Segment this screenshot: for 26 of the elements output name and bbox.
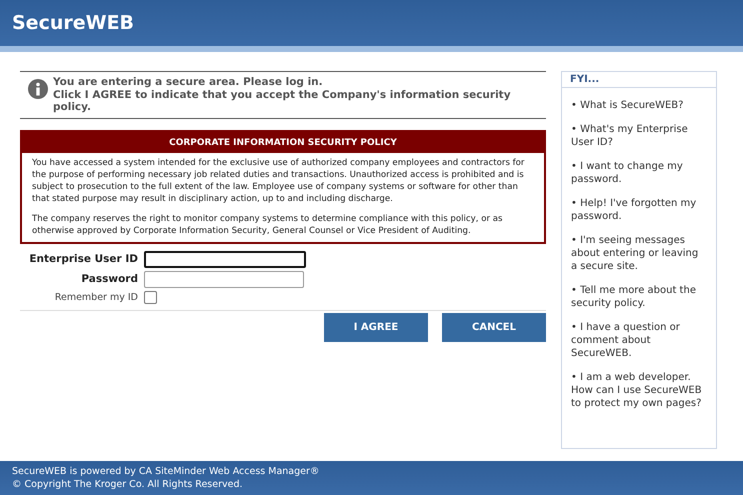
help-link[interactable]: • I have a question or comment about SecureWEB. (562, 321, 716, 360)
footer-text: SecureWEB is powered by CA SiteMinder Web Access Manager® (12, 465, 320, 478)
policy-title: CORPORATE INFORMATION SECURITY POLICY (22, 132, 544, 152)
fyi-title: FYI... (562, 72, 716, 88)
notice-text: You are entering a secure area. Please log in. (53, 76, 324, 88)
help-link[interactable]: • I want to change my password. (562, 160, 716, 186)
checkbox[interactable] (144, 290, 157, 304)
policy-paragraph: The company reserves the right to monitor company systems to determine compliance with this policy, or as otherwise approved by Corporate Information Security, General Counsel or Vice President of Auditing. (32, 212, 504, 236)
action-button[interactable]: CANCEL (442, 312, 546, 342)
help-link[interactable]: • What's my Enterprise User ID? (562, 123, 716, 149)
checkbox-label: Remember my ID (54, 292, 138, 302)
site-title: SecureWEB (12, 12, 134, 34)
help-link[interactable]: • I'm seeing messages about entering or leaving a secure site. (562, 234, 716, 273)
help-link[interactable]: • Help! I've forgotten my password. (562, 197, 716, 223)
notice-text: Click I AGREE to indicate that you accept the Company's information security policy. (53, 88, 512, 114)
help-link[interactable]: • Tell me more about the security policy. (562, 284, 716, 310)
field-label: Enterprise User ID (28, 253, 138, 265)
input-field[interactable] (144, 270, 304, 288)
input-field[interactable] (144, 250, 306, 268)
field-label: Password (80, 273, 138, 285)
help-link[interactable]: • I am a web developer. How can I use SecureWEB to protect my own pages? (562, 371, 716, 410)
info-icon (28, 79, 48, 99)
footer-text: © Copyright The Kroger Co. All Rights Reserved. (12, 478, 244, 491)
help-link[interactable]: • What is SecureWEB? (562, 99, 716, 112)
action-button[interactable]: I AGREE (324, 312, 428, 342)
policy-paragraph: You have accessed a system intended for the exclusive use of authorized company employees and contractors for the purpose of performing necessary job related duties and transactions. Unauthorized access is prohibited and is subject to prosecution to the full extent of the law. Employee use of company systems or software for other than that stated purpose may result in disciplinary action, up to and including discharge. (32, 156, 526, 204)
